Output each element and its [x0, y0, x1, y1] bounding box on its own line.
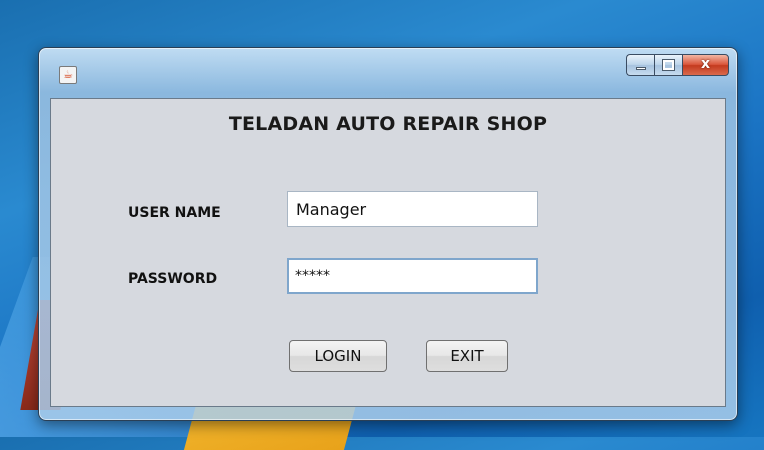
window-controls: x — [626, 54, 729, 76]
maximize-icon — [662, 59, 675, 71]
login-button[interactable]: LOGIN — [289, 340, 387, 372]
minimize-icon — [636, 67, 646, 70]
password-field[interactable] — [287, 258, 538, 294]
login-window: ☕ x TELADAN AUTO REPAIR SHOP USER NAME P… — [38, 47, 738, 421]
password-label: PASSWORD — [128, 271, 218, 287]
username-label: USER NAME — [128, 205, 221, 221]
title-bar[interactable]: ☕ x — [39, 48, 737, 94]
maximize-button[interactable] — [654, 54, 682, 76]
exit-button[interactable]: EXIT — [426, 340, 508, 372]
close-button[interactable]: x — [682, 54, 729, 76]
java-app-icon[interactable]: ☕ — [59, 66, 77, 84]
page-title: TELADAN AUTO REPAIR SHOP — [228, 113, 548, 135]
username-field[interactable] — [287, 191, 538, 227]
close-icon: x — [700, 56, 711, 72]
login-panel: TELADAN AUTO REPAIR SHOP USER NAME PASSW… — [50, 98, 726, 407]
minimize-button[interactable] — [626, 54, 654, 76]
